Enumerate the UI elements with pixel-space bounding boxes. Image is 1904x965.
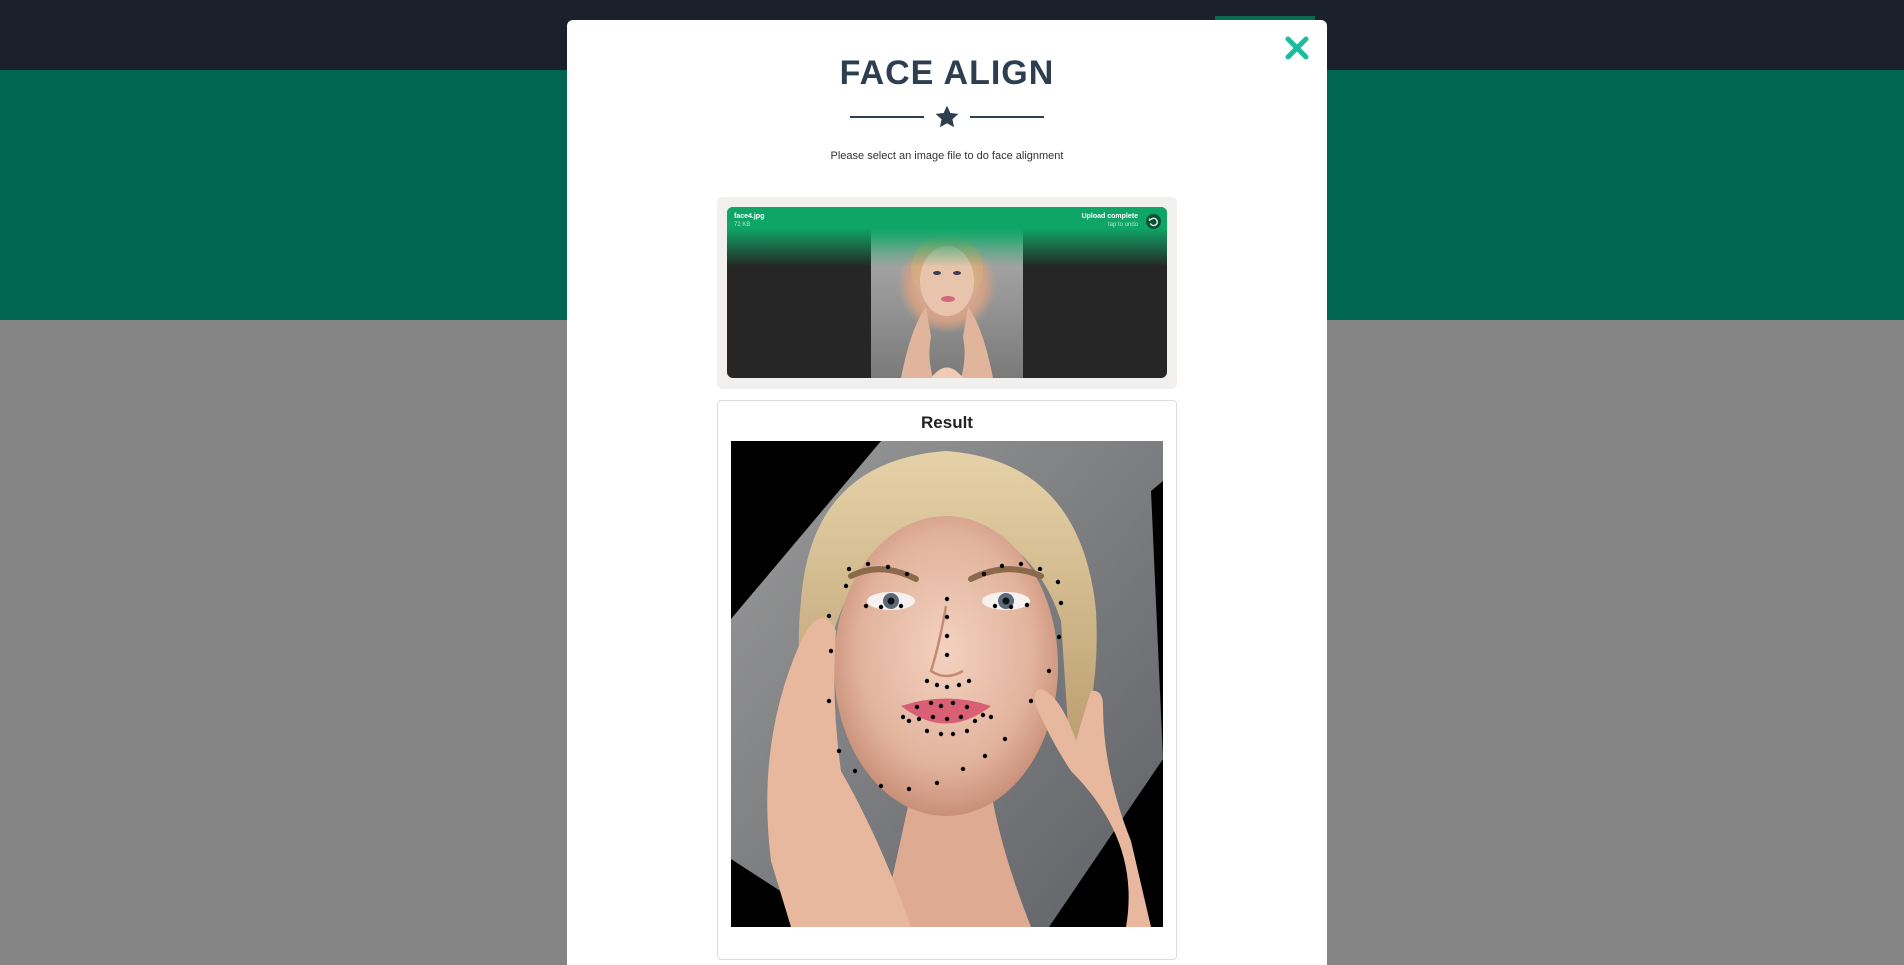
uploaded-file-item: face4.jpg 72 KB Upload complete tap to u… xyxy=(727,207,1167,378)
undo-upload-button[interactable] xyxy=(1146,214,1161,229)
result-card: Result xyxy=(717,400,1177,960)
file-size: 72 KB xyxy=(734,222,751,228)
face-align-modal: FACE ALIGN Please select an image file t… xyxy=(567,20,1327,965)
aligned-face-illustration xyxy=(731,441,1163,927)
modal-subtitle: Please select an image file to do face a… xyxy=(830,150,1064,162)
aligned-face-image xyxy=(731,441,1163,927)
file-upload-panel[interactable]: face4.jpg 72 KB Upload complete tap to u… xyxy=(717,197,1177,389)
modal-title: FACE ALIGN xyxy=(839,54,1055,92)
divider-line-right xyxy=(970,116,1044,118)
upload-status-hint: tap to undo xyxy=(1107,222,1138,228)
star-icon xyxy=(935,105,959,128)
divider-line-left xyxy=(850,116,924,118)
undo-icon xyxy=(1148,217,1158,227)
result-title: Result xyxy=(921,413,973,432)
title-divider xyxy=(567,104,1327,130)
file-name: face4.jpg xyxy=(734,213,765,220)
upload-status: Upload complete xyxy=(1081,213,1138,220)
